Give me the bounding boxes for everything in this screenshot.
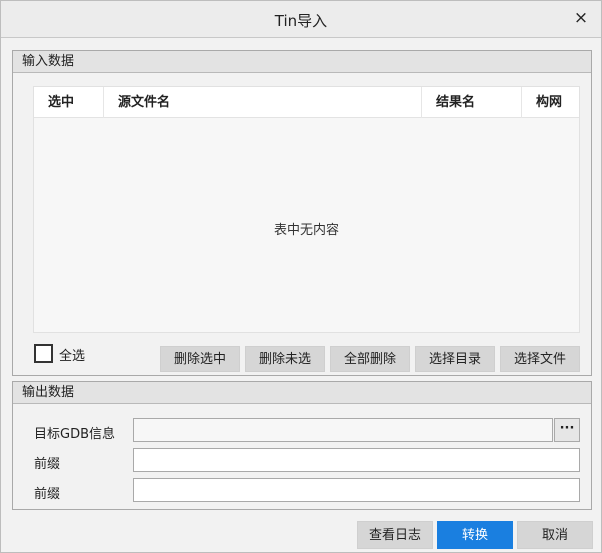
prefix-field-2[interactable] [133, 478, 580, 502]
select-all-checkbox[interactable] [34, 344, 53, 363]
view-log-button[interactable]: 查看日志 [357, 521, 433, 549]
prefix-field-1[interactable] [133, 448, 580, 472]
column-mesh[interactable]: 构网 [522, 87, 580, 118]
delete-unselected-button[interactable]: 删除未选 [245, 346, 325, 372]
column-source-file[interactable]: 源文件名 [104, 87, 422, 118]
dialog-title: Tin导入 [274, 12, 328, 30]
select-file-button[interactable]: 选择文件 [500, 346, 580, 372]
input-data-header: 输入数据 [13, 51, 591, 73]
convert-button[interactable]: 转换 [437, 521, 513, 549]
output-data-header: 输出数据 [13, 382, 591, 404]
delete-selected-button[interactable]: 删除选中 [160, 346, 240, 372]
input-file-table[interactable]: 选中 源文件名 结果名 构网 表中无内容 [33, 86, 580, 333]
delete-all-button[interactable]: 全部删除 [330, 346, 410, 372]
target-gdb-label: 目标GDB信息 [34, 427, 116, 442]
input-data-group: 输入数据 选中 源文件名 结果名 构网 表中无内容 全选 删除选中 删除未选 全… [12, 50, 592, 376]
select-all-label: 全选 [59, 349, 86, 364]
cancel-button[interactable]: 取消 [517, 521, 593, 549]
column-result-name[interactable]: 结果名 [422, 87, 522, 118]
prefix-label-1: 前缀 [34, 457, 61, 472]
prefix-label-2: 前缀 [34, 487, 61, 502]
tin-import-dialog: Tin导入 × 输入数据 选中 源文件名 结果名 构网 表中无内容 全选 删除选… [0, 0, 602, 553]
close-icon[interactable]: × [573, 10, 589, 27]
column-select[interactable]: 选中 [34, 87, 104, 118]
output-data-group: 输出数据 目标GDB信息 ··· 前缀 前缀 [12, 381, 592, 510]
target-gdb-field[interactable] [133, 418, 553, 442]
title-bar: Tin导入 × [1, 1, 601, 38]
browse-gdb-button[interactable]: ··· [554, 418, 580, 442]
table-header: 选中 源文件名 结果名 构网 [34, 87, 579, 118]
empty-table-message: 表中无内容 [273, 223, 339, 238]
select-directory-button[interactable]: 选择目录 [415, 346, 495, 372]
